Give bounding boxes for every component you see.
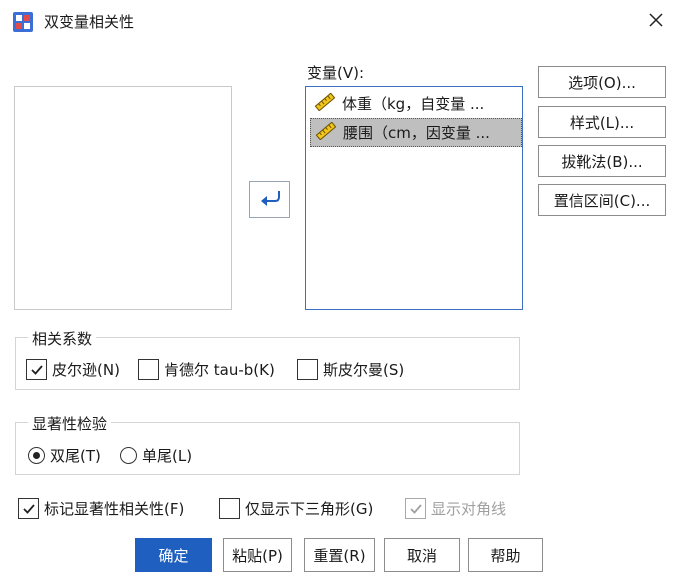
reset-button[interactable]: 重置(R) [304,538,375,572]
spearman-label: 斯皮尔曼(S) [323,361,405,379]
checkmark-icon [30,364,43,375]
help-button[interactable]: 帮助 [468,538,543,572]
pearson-checkbox[interactable] [26,359,47,380]
cancel-button[interactable]: 取消 [384,538,460,572]
kendall-label: 肯德尔 tau-b(K) [164,361,275,379]
flag-significant-option[interactable]: 标记显著性相关性(F) [18,498,184,519]
close-button[interactable] [638,6,674,38]
style-button[interactable]: 样式(L)... [538,106,666,138]
one-tailed-radio[interactable] [120,447,137,464]
show-diagonal-checkbox [405,498,426,519]
variable-label: 体重（kg，自变量 ... [342,95,485,113]
ruler-scale-icon [311,121,343,144]
significance-test-legend: 显著性检验 [28,413,112,434]
pearson-label: 皮尔逊(N) [52,361,120,379]
flag-significant-checkbox[interactable] [18,498,39,519]
checkmark-icon [409,503,422,514]
arrow-left-icon [259,189,281,211]
variable-item[interactable]: 腰围（cm，因变量 ... [310,118,522,147]
ruler-scale-icon [310,92,342,115]
lower-triangle-option[interactable]: 仅显示下三角形(G) [219,498,373,519]
ok-button[interactable]: 确定 [135,538,212,572]
lower-triangle-label: 仅显示下三角形(G) [245,500,374,518]
flag-significant-label: 标记显著性相关性(F) [44,500,185,518]
lower-triangle-checkbox[interactable] [219,498,240,519]
show-diagonal-label: 显示对角线 [431,500,507,518]
paste-button[interactable]: 粘贴(P) [223,538,292,572]
variable-label: 腰围（cm，因变量 ... [343,124,490,142]
correlation-app-icon [12,11,34,33]
source-variable-list[interactable] [14,86,232,310]
confidence-interval-button[interactable]: 置信区间(C)... [538,184,666,216]
checkmark-icon [22,503,35,514]
two-tailed-option[interactable]: 双尾(T) [28,445,101,466]
spearman-checkbox[interactable] [297,359,318,380]
show-diagonal-option: 显示对角线 [405,498,506,519]
radio-dot [33,452,40,459]
move-variable-button[interactable] [249,181,290,218]
target-variable-list[interactable]: 体重（kg，自变量 ... 腰围（cm，因变量 ... [305,86,523,310]
two-tailed-radio[interactable] [28,447,45,464]
window-title: 双变量相关性 [44,13,135,31]
kendall-checkbox[interactable] [138,359,159,380]
pearson-option[interactable]: 皮尔逊(N) [26,359,120,380]
spearman-option[interactable]: 斯皮尔曼(S) [297,359,404,380]
options-button[interactable]: 选项(O)... [538,66,666,98]
variable-item[interactable]: 体重（kg，自变量 ... [310,90,520,117]
variables-label: 变量(V): [307,64,365,82]
correlation-coefficients-legend: 相关系数 [28,328,97,349]
kendall-option[interactable]: 肯德尔 tau-b(K) [138,359,275,380]
one-tailed-label: 单尾(L) [142,447,193,465]
bootstrap-button[interactable]: 拔靴法(B)... [538,145,666,177]
two-tailed-label: 双尾(T) [50,447,101,465]
close-icon [648,12,664,32]
one-tailed-option[interactable]: 单尾(L) [120,445,192,466]
